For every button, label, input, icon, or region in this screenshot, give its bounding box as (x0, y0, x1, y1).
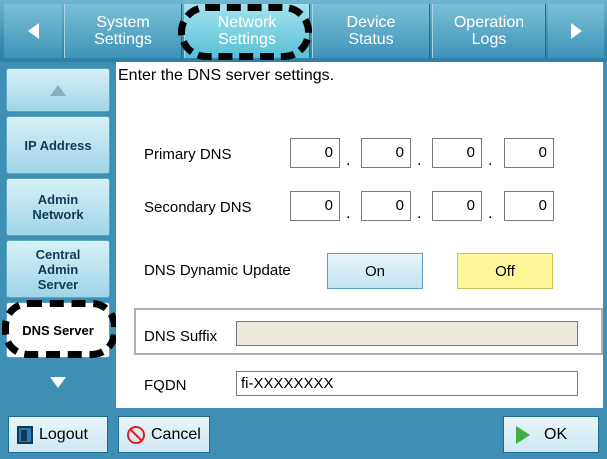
octet-separator: . (346, 205, 351, 222)
secondary-dns-octet-1[interactable]: 0 (290, 191, 340, 221)
scroll-up-icon (50, 84, 66, 96)
primary-dns-octet-4[interactable]: 0 (504, 138, 554, 168)
nav-left-icon (27, 23, 39, 39)
primary-dns-label: Primary DNS (144, 146, 232, 163)
dynamic-update-on-button[interactable]: On (327, 253, 423, 289)
tab-bar: System Settings Network Settings Device … (0, 0, 607, 62)
dns-suffix-label: DNS Suffix (144, 328, 218, 345)
ok-button[interactable]: OK (503, 416, 599, 453)
octet-separator: . (488, 152, 493, 169)
primary-dns-octet-2[interactable]: 0 (361, 138, 411, 168)
octet-separator: . (417, 205, 422, 222)
logout-icon (17, 425, 33, 444)
dynamic-update-off-button[interactable]: Off (457, 253, 553, 289)
sidebar-item-admin-network[interactable]: Admin Network (6, 178, 110, 236)
secondary-dns-label: Secondary DNS (144, 199, 252, 216)
instruction-text: Enter the DNS server settings. (118, 67, 335, 84)
dns-dynamic-update-label: DNS Dynamic Update (144, 262, 291, 279)
octet-separator: . (417, 152, 422, 169)
sidebar: IP Address Admin Network Central Admin S… (0, 62, 116, 408)
tab-system-settings[interactable]: System Settings (64, 4, 182, 58)
cancel-icon (127, 425, 145, 444)
tab-scroll-left-button[interactable] (4, 4, 62, 58)
octet-separator: . (488, 205, 493, 222)
scroll-down-icon (50, 376, 66, 388)
tab-scroll-right-button[interactable] (548, 4, 604, 58)
sidebar-scroll-down-button[interactable] (6, 362, 110, 402)
settings-panel: Enter the DNS server settings. Primary D… (116, 62, 607, 408)
footer-bar: Logout Cancel OK (0, 408, 607, 459)
sidebar-item-ip-address[interactable]: IP Address (6, 116, 110, 174)
logout-button[interactable]: Logout (8, 416, 108, 453)
primary-dns-octet-3[interactable]: 0 (432, 138, 482, 168)
primary-dns-octet-1[interactable]: 0 (290, 138, 340, 168)
fqdn-field[interactable]: fi-XXXXXXXX (236, 371, 578, 396)
ok-arrow-icon (516, 425, 530, 444)
fqdn-label: FQDN (144, 377, 187, 394)
dns-suffix-field[interactable] (236, 321, 578, 346)
secondary-dns-octet-4[interactable]: 0 (504, 191, 554, 221)
cancel-button[interactable]: Cancel (118, 416, 210, 453)
sidebar-scroll-up-button[interactable] (6, 68, 110, 112)
tab-network-settings[interactable]: Network Settings (184, 4, 310, 58)
sidebar-item-central-admin-server[interactable]: Central Admin Server (6, 240, 110, 298)
secondary-dns-octet-3[interactable]: 0 (432, 191, 482, 221)
secondary-dns-octet-2[interactable]: 0 (361, 191, 411, 221)
tab-operation-logs[interactable]: Operation Logs (432, 4, 546, 58)
nav-right-icon (570, 23, 582, 39)
tab-device-status[interactable]: Device Status (312, 4, 430, 58)
octet-separator: . (346, 152, 351, 169)
sidebar-item-dns-server[interactable]: DNS Server (6, 302, 110, 358)
